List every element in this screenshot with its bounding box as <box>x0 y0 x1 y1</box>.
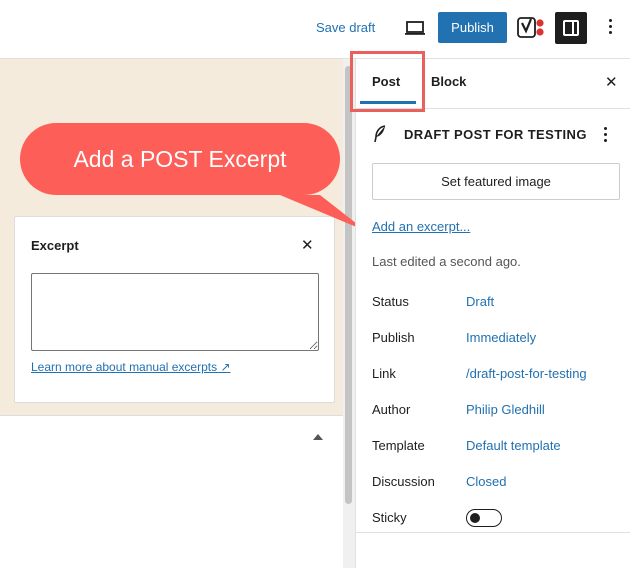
excerpt-panel: Excerpt ✕ Learn more about manual excerp… <box>14 216 335 403</box>
editor-footer-area <box>0 415 343 568</box>
permalink-value[interactable]: /draft-post-for-testing <box>466 366 587 381</box>
meta-label: Sticky <box>372 510 407 525</box>
laptop-icon[interactable] <box>404 18 426 38</box>
meta-label: Link <box>372 366 396 381</box>
post-title: DRAFT POST FOR TESTING <box>404 127 587 142</box>
excerpt-textarea[interactable] <box>31 273 319 351</box>
meta-row-status: Status Draft <box>372 294 622 314</box>
discussion-value[interactable]: Closed <box>466 474 506 489</box>
chevron-up-icon[interactable] <box>313 434 323 440</box>
more-vertical-icon[interactable] <box>604 127 608 143</box>
yoast-icon[interactable] <box>516 14 546 42</box>
set-featured-image-button[interactable]: Set featured image <box>372 163 620 200</box>
meta-row-sticky: Sticky <box>372 509 622 530</box>
publish-date-value[interactable]: Immediately <box>466 330 536 345</box>
editor-header: Save draft Publish <box>0 0 630 59</box>
settings-sidebar: Post Block ✕ DRAFT POST FOR TESTING Set … <box>355 59 630 568</box>
meta-label: Discussion <box>372 474 435 489</box>
publish-button[interactable]: Publish <box>438 12 507 43</box>
meta-label: Publish <box>372 330 415 345</box>
status-value[interactable]: Draft <box>466 294 494 309</box>
template-value[interactable]: Default template <box>466 438 561 453</box>
scrollbar-thumb[interactable] <box>345 66 352 504</box>
save-draft-button[interactable]: Save draft <box>316 20 375 35</box>
meta-row-template: Template Default template <box>372 438 622 458</box>
learn-more-excerpts-link[interactable]: Learn more about manual excerpts ↗ <box>31 360 231 374</box>
more-vertical-icon[interactable] <box>602 17 618 39</box>
add-excerpt-link[interactable]: Add an excerpt... <box>372 219 470 234</box>
highlight-annotation <box>350 51 425 112</box>
tab-block[interactable]: Block <box>431 59 466 107</box>
sticky-toggle[interactable] <box>466 509 502 527</box>
meta-label: Status <box>372 294 409 309</box>
callout-text: Add a POST Excerpt <box>73 146 287 172</box>
meta-row-author: Author Philip Gledhill <box>372 402 622 422</box>
meta-label: Template <box>372 438 425 453</box>
last-edited-text: Last edited a second ago. <box>372 254 521 269</box>
excerpt-title: Excerpt <box>31 238 79 253</box>
meta-row-publish: Publish Immediately <box>372 330 622 350</box>
author-value[interactable]: Philip Gledhill <box>466 402 545 417</box>
meta-label: Author <box>372 402 411 417</box>
meta-row-link: Link /draft-post-for-testing <box>372 366 622 386</box>
close-icon[interactable]: ✕ <box>301 236 314 254</box>
sidebar-toggle-icon[interactable] <box>555 12 587 44</box>
toggle-knob <box>470 513 480 523</box>
close-icon[interactable]: ✕ <box>605 73 618 91</box>
meta-row-discussion: Discussion Closed <box>372 474 622 494</box>
post-summary-header: DRAFT POST FOR TESTING <box>372 125 617 145</box>
feather-icon <box>374 125 386 143</box>
divider <box>356 532 630 533</box>
